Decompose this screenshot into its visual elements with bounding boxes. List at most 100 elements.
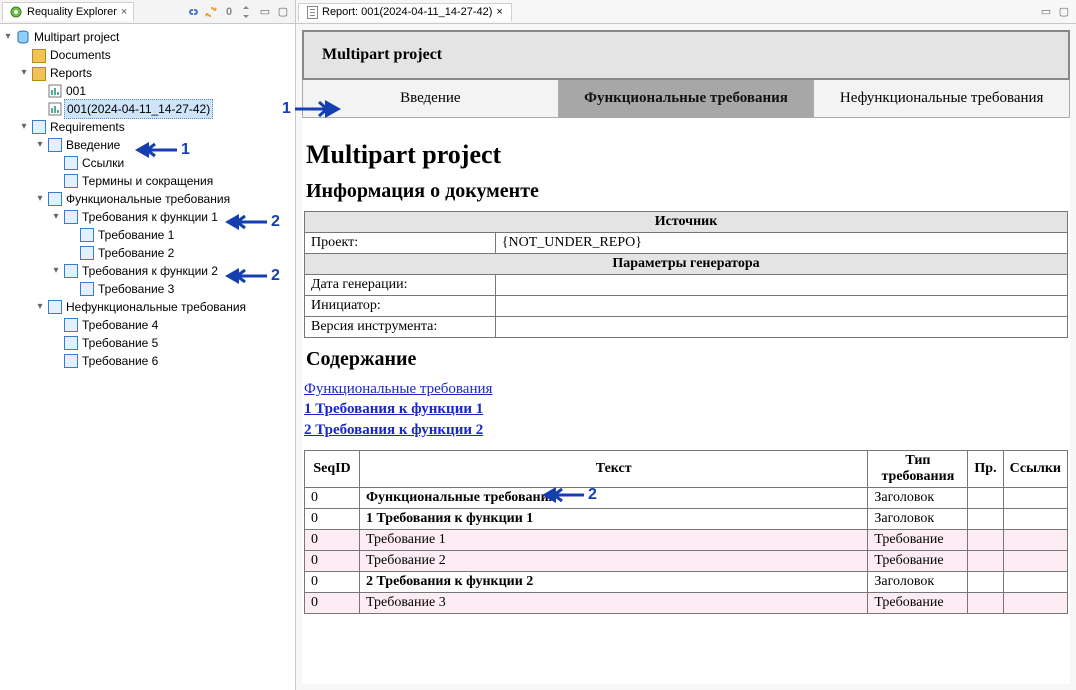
tree-documents[interactable]: Documents [48, 46, 113, 64]
requirement-icon [80, 246, 94, 260]
requality-icon [9, 5, 23, 19]
explorer-tabbar: Requality Explorer × 0 ▭ ▢ [0, 0, 295, 24]
tree-links[interactable]: Ссылки [80, 154, 126, 172]
tree-intro[interactable]: Введение [64, 136, 122, 154]
tree-report-001[interactable]: 001 [64, 82, 88, 100]
tree-report-selected[interactable]: 001(2024-04-11_14-27-42) [64, 99, 213, 119]
th-type: Тип требования [868, 450, 968, 487]
sort-icon[interactable] [239, 4, 255, 20]
table-row: 0Функциональные требованияЗаголовок [305, 487, 1068, 508]
doc-info-table: Источник Проект: {NOT_UNDER_REPO} Параме… [304, 211, 1068, 338]
tree-req2[interactable]: Требование 2 [96, 244, 176, 262]
cell-links [1003, 508, 1067, 529]
close-icon[interactable]: × [121, 6, 127, 18]
info-initiator-value [495, 296, 1067, 317]
expand-icon[interactable]: ▾ [18, 64, 30, 82]
expand-icon[interactable]: ▾ [34, 298, 46, 316]
info-project-value: {NOT_UNDER_REPO} [495, 233, 1067, 254]
editor-tab-label: Report: 001(2024-04-11_14-27-42) [322, 6, 492, 18]
requirement-icon [80, 228, 94, 242]
nav-intro[interactable]: Введение [303, 80, 559, 117]
info-initiator-label: Инициатор: [305, 296, 496, 317]
tree-req1[interactable]: Требование 1 [96, 226, 176, 244]
report-icon [48, 102, 62, 116]
cell-seq: 0 [305, 529, 360, 550]
report-icon [48, 84, 62, 98]
expand-icon[interactable]: ▾ [18, 118, 30, 136]
info-tool-label: Версия инструмента: [305, 317, 496, 338]
toc-item1[interactable]: 1 Требования к функции 1 [304, 401, 483, 417]
close-icon[interactable]: × [496, 6, 502, 18]
table-row: 0Требование 3Требование [305, 592, 1068, 613]
info-tool-value [495, 317, 1067, 338]
table-row: 0Требование 1Требование [305, 529, 1068, 550]
info-project-label: Проект: [305, 233, 496, 254]
tree-reports[interactable]: Reports [48, 64, 94, 82]
doc-info-heading: Информация о документе [306, 180, 1066, 203]
tree-root[interactable]: Multipart project [32, 28, 121, 46]
tree-func1[interactable]: Требования к функции 1 [80, 208, 220, 226]
cell-links [1003, 592, 1067, 613]
expand-icon[interactable]: ▾ [50, 262, 62, 280]
cell-text: Функциональные требования [360, 487, 868, 508]
tree-requirements[interactable]: Requirements [48, 118, 127, 136]
info-date-label: Дата генерации: [305, 275, 496, 296]
cell-pr [968, 592, 1003, 613]
minimize-icon[interactable]: ▭ [257, 4, 273, 20]
requirement-icon [64, 336, 78, 350]
cell-links [1003, 550, 1067, 571]
cell-links [1003, 571, 1067, 592]
maximize-icon[interactable]: ▢ [275, 4, 291, 20]
toolbar-zero: 0 [221, 4, 237, 20]
link-icon[interactable] [185, 4, 201, 20]
requirement-icon [32, 120, 46, 134]
explorer-tree[interactable]: ▾ Multipart project ▾ Documents ▾ [0, 24, 295, 690]
expand-icon[interactable]: ▾ [34, 136, 46, 154]
report-title: Multipart project [306, 140, 1066, 170]
requirement-icon [64, 318, 78, 332]
expand-icon[interactable]: ▾ [34, 190, 46, 208]
tree-terms[interactable]: Термины и сокращения [80, 172, 215, 190]
cell-seq: 0 [305, 487, 360, 508]
minimize-icon[interactable]: ▭ [1038, 4, 1054, 20]
toc-func[interactable]: Функциональные требования [304, 381, 492, 397]
editor-tab[interactable]: Report: 001(2024-04-11_14-27-42) × [298, 3, 512, 21]
cell-seq: 0 [305, 508, 360, 529]
expand-icon[interactable]: ▾ [50, 208, 62, 226]
requirement-icon [64, 156, 78, 170]
sync-icon[interactable] [203, 4, 219, 20]
project-banner: Multipart project [302, 30, 1070, 80]
cell-pr [968, 508, 1003, 529]
cell-type: Заголовок [868, 508, 968, 529]
document-icon [307, 6, 318, 19]
tree-req5[interactable]: Требование 5 [80, 334, 160, 352]
cell-pr [968, 487, 1003, 508]
info-date-value [495, 275, 1067, 296]
cell-type: Требование [868, 592, 968, 613]
cell-text: Требование 3 [360, 592, 868, 613]
tree-req3[interactable]: Требование 3 [96, 280, 176, 298]
th-text: Текст [360, 450, 868, 487]
nav-func[interactable]: Функциональные требования [559, 80, 815, 117]
tree-nonfunc[interactable]: Нефункциональные требования [64, 298, 248, 316]
tree-req6[interactable]: Требование 6 [80, 352, 160, 370]
maximize-icon[interactable]: ▢ [1056, 4, 1072, 20]
cell-text: 1 Требования к функции 1 [360, 508, 868, 529]
tree-func2[interactable]: Требования к функции 2 [80, 262, 220, 280]
requirement-icon [64, 210, 78, 224]
tree-func[interactable]: Функциональные требования [64, 190, 232, 208]
nav-nonfunc[interactable]: Нефункциональные требования [814, 80, 1069, 117]
editor-panel: Report: 001(2024-04-11_14-27-42) × ▭ ▢ M… [296, 0, 1076, 690]
th-pr: Пр. [968, 450, 1003, 487]
explorer-tab[interactable]: Requality Explorer × [2, 2, 134, 21]
folder-icon [32, 49, 46, 63]
report-viewer[interactable]: Multipart project Введение Функциональны… [302, 30, 1070, 684]
cell-seq: 0 [305, 550, 360, 571]
expand-icon[interactable]: ▾ [2, 28, 14, 46]
tree-req4[interactable]: Требование 4 [80, 316, 160, 334]
toc-item2[interactable]: 2 Требования к функции 2 [304, 422, 483, 438]
folder-icon [32, 67, 46, 81]
database-icon [16, 30, 30, 44]
cell-text: 2 Требования к функции 2 [360, 571, 868, 592]
info-params-header: Параметры генератора [305, 254, 1068, 275]
